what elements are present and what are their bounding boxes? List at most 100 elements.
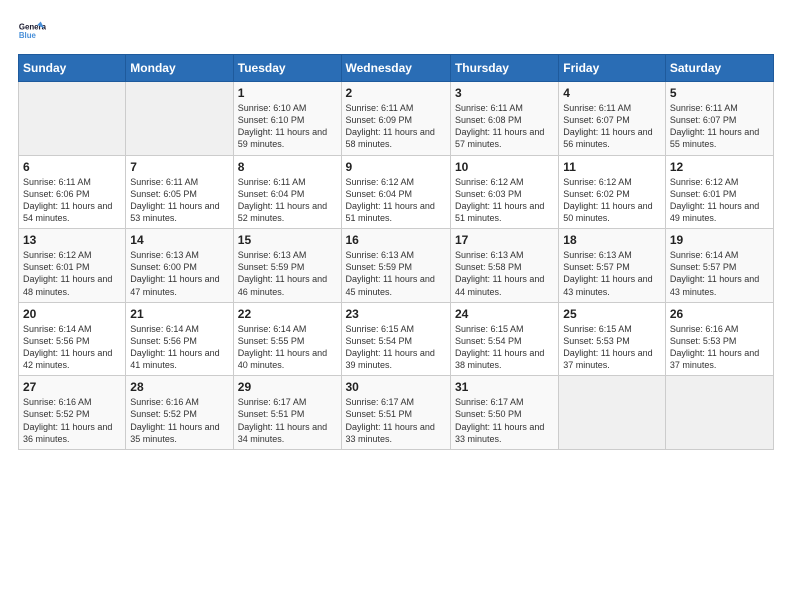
day-info: Sunrise: 6:14 AM Sunset: 5:56 PM Dayligh… [23,323,121,372]
day-info: Sunrise: 6:16 AM Sunset: 5:52 PM Dayligh… [130,396,228,445]
day-number: 18 [563,233,661,247]
calendar-header-row: SundayMondayTuesdayWednesdayThursdayFrid… [19,55,774,82]
day-info: Sunrise: 6:11 AM Sunset: 6:07 PM Dayligh… [563,102,661,151]
day-info: Sunrise: 6:17 AM Sunset: 5:51 PM Dayligh… [346,396,446,445]
calendar-week-row: 27 Sunrise: 6:16 AM Sunset: 5:52 PM Dayli… [19,376,774,450]
day-info: Sunrise: 6:13 AM Sunset: 5:59 PM Dayligh… [346,249,446,298]
day-number: 5 [670,86,769,100]
day-info: Sunrise: 6:12 AM Sunset: 6:03 PM Dayligh… [455,176,554,225]
day-number: 23 [346,307,446,321]
day-info: Sunrise: 6:11 AM Sunset: 6:09 PM Dayligh… [346,102,446,151]
calendar-cell: 27 Sunrise: 6:16 AM Sunset: 5:52 PM Dayli… [19,376,126,450]
calendar-cell: 8 Sunrise: 6:11 AM Sunset: 6:04 PM Daylig… [233,155,341,229]
day-number: 28 [130,380,228,394]
day-info: Sunrise: 6:13 AM Sunset: 5:59 PM Dayligh… [238,249,337,298]
calendar-cell: 25Sunrise: 6:15 AM Sunset: 5:53 PM Dayli… [559,302,666,376]
calendar-cell: 3 Sunrise: 6:11 AM Sunset: 6:08 PM Daylig… [450,82,558,156]
day-number: 15 [238,233,337,247]
day-number: 17 [455,233,554,247]
calendar-cell: 4 Sunrise: 6:11 AM Sunset: 6:07 PM Daylig… [559,82,666,156]
day-info: Sunrise: 6:11 AM Sunset: 6:06 PM Dayligh… [23,176,121,225]
day-info: Sunrise: 6:14 AM Sunset: 5:56 PM Dayligh… [130,323,228,372]
day-info: Sunrise: 6:15 AM Sunset: 5:54 PM Dayligh… [455,323,554,372]
calendar-week-row: 13 Sunrise: 6:12 AM Sunset: 6:01 PM Dayli… [19,229,774,303]
day-number: 4 [563,86,661,100]
logo-icon: General Blue [18,18,46,46]
weekday-header: Tuesday [233,55,341,82]
header: General Blue [18,18,774,46]
day-number: 22 [238,307,337,321]
calendar-cell: 23 Sunrise: 6:15 AM Sunset: 5:54 PM Dayli… [341,302,450,376]
logo: General Blue [18,18,50,46]
day-number: 8 [238,160,337,174]
calendar-cell: 5 Sunrise: 6:11 AM Sunset: 6:07 PM Daylig… [665,82,773,156]
day-number: 11 [563,160,661,174]
calendar-cell: 12Sunrise: 6:12 AM Sunset: 6:01 PM Dayli… [665,155,773,229]
calendar-cell: 11 Sunrise: 6:12 AM Sunset: 6:02 PM Dayli… [559,155,666,229]
day-number: 19 [670,233,769,247]
calendar-cell: 19Sunrise: 6:14 AM Sunset: 5:57 PM Dayli… [665,229,773,303]
day-number: 16 [346,233,446,247]
calendar-cell: 1 Sunrise: 6:10 AM Sunset: 6:10 PM Daylig… [233,82,341,156]
calendar-cell: 15 Sunrise: 6:13 AM Sunset: 5:59 PM Dayli… [233,229,341,303]
day-number: 31 [455,380,554,394]
day-number: 25 [563,307,661,321]
day-number: 7 [130,160,228,174]
day-info: Sunrise: 6:13 AM Sunset: 5:58 PM Dayligh… [455,249,554,298]
calendar-cell: 10 Sunrise: 6:12 AM Sunset: 6:03 PM Dayli… [450,155,558,229]
weekday-header: Friday [559,55,666,82]
day-info: Sunrise: 6:11 AM Sunset: 6:07 PM Dayligh… [670,102,769,151]
calendar-cell: 20 Sunrise: 6:14 AM Sunset: 5:56 PM Dayli… [19,302,126,376]
calendar-cell: 22 Sunrise: 6:14 AM Sunset: 5:55 PM Dayli… [233,302,341,376]
calendar-table: SundayMondayTuesdayWednesdayThursdayFrid… [18,54,774,450]
day-number: 21 [130,307,228,321]
day-number: 24 [455,307,554,321]
day-info: Sunrise: 6:16 AM Sunset: 5:53 PM Dayligh… [670,323,769,372]
day-number: 1 [238,86,337,100]
calendar-cell [559,376,666,450]
day-info: Sunrise: 6:12 AM Sunset: 6:04 PM Dayligh… [346,176,446,225]
day-number: 30 [346,380,446,394]
weekday-header: Sunday [19,55,126,82]
calendar-cell: 24 Sunrise: 6:15 AM Sunset: 5:54 PM Dayli… [450,302,558,376]
day-info: Sunrise: 6:13 AM Sunset: 6:00 PM Dayligh… [130,249,228,298]
day-info: Sunrise: 6:12 AM Sunset: 6:02 PM Dayligh… [563,176,661,225]
day-info: Sunrise: 6:17 AM Sunset: 5:51 PM Dayligh… [238,396,337,445]
day-info: Sunrise: 6:15 AM Sunset: 5:54 PM Dayligh… [346,323,446,372]
calendar-cell: 6 Sunrise: 6:11 AM Sunset: 6:06 PM Daylig… [19,155,126,229]
calendar-cell [665,376,773,450]
calendar-cell: 17 Sunrise: 6:13 AM Sunset: 5:58 PM Dayli… [450,229,558,303]
day-number: 27 [23,380,121,394]
day-info: Sunrise: 6:11 AM Sunset: 6:05 PM Dayligh… [130,176,228,225]
weekday-header: Saturday [665,55,773,82]
calendar-cell: 2 Sunrise: 6:11 AM Sunset: 6:09 PM Daylig… [341,82,450,156]
calendar-week-row: 6 Sunrise: 6:11 AM Sunset: 6:06 PM Daylig… [19,155,774,229]
day-number: 20 [23,307,121,321]
calendar-cell: 30 Sunrise: 6:17 AM Sunset: 5:51 PM Dayli… [341,376,450,450]
calendar-cell: 14 Sunrise: 6:13 AM Sunset: 6:00 PM Dayli… [126,229,233,303]
day-number: 14 [130,233,228,247]
calendar-cell: 13 Sunrise: 6:12 AM Sunset: 6:01 PM Dayli… [19,229,126,303]
day-number: 2 [346,86,446,100]
day-info: Sunrise: 6:12 AM Sunset: 6:01 PM Dayligh… [23,249,121,298]
calendar-cell: 9 Sunrise: 6:12 AM Sunset: 6:04 PM Daylig… [341,155,450,229]
day-number: 10 [455,160,554,174]
day-info: Sunrise: 6:14 AM Sunset: 5:55 PM Dayligh… [238,323,337,372]
day-number: 9 [346,160,446,174]
weekday-header: Wednesday [341,55,450,82]
day-info: Sunrise: 6:17 AM Sunset: 5:50 PM Dayligh… [455,396,554,445]
weekday-header: Monday [126,55,233,82]
day-number: 6 [23,160,121,174]
day-number: 3 [455,86,554,100]
calendar-cell: 29 Sunrise: 6:17 AM Sunset: 5:51 PM Dayli… [233,376,341,450]
calendar-week-row: 1 Sunrise: 6:10 AM Sunset: 6:10 PM Daylig… [19,82,774,156]
day-info: Sunrise: 6:11 AM Sunset: 6:04 PM Dayligh… [238,176,337,225]
day-info: Sunrise: 6:11 AM Sunset: 6:08 PM Dayligh… [455,102,554,151]
day-number: 29 [238,380,337,394]
day-number: 12 [670,160,769,174]
day-info: Sunrise: 6:16 AM Sunset: 5:52 PM Dayligh… [23,396,121,445]
calendar-cell: 18Sunrise: 6:13 AM Sunset: 5:57 PM Dayli… [559,229,666,303]
day-info: Sunrise: 6:10 AM Sunset: 6:10 PM Dayligh… [238,102,337,151]
calendar-cell [126,82,233,156]
day-number: 13 [23,233,121,247]
